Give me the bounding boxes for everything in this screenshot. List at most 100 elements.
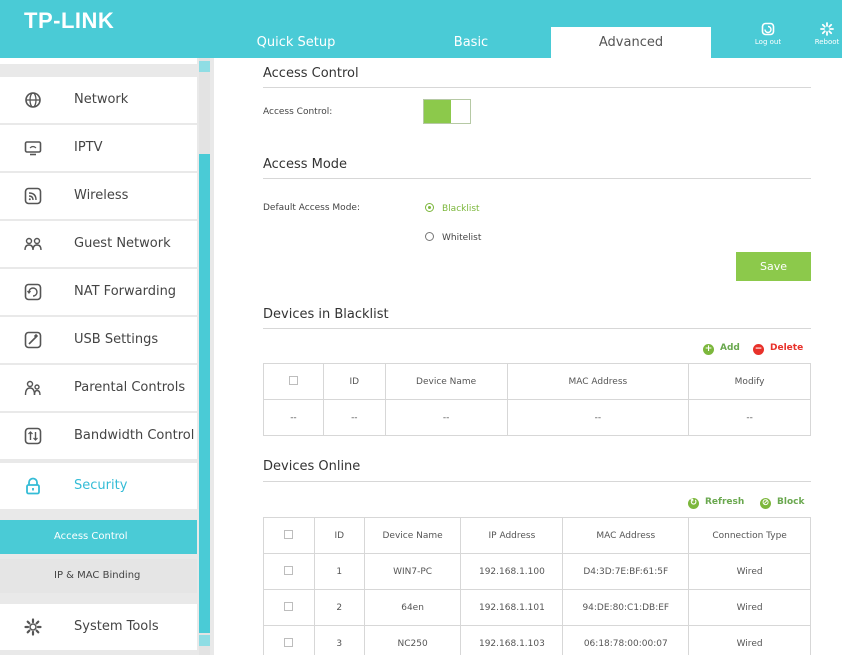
- column-header: MAC Address: [562, 517, 690, 554]
- nat-forwarding-icon: [24, 283, 42, 301]
- table-cell: 94:DE:80:C1:DB:EF: [562, 589, 690, 626]
- table-row: 2 64en 192.168.1.101 94:DE:80:C1:DB:EF W…: [263, 589, 811, 626]
- section-title-access-mode: Access Mode: [263, 157, 348, 172]
- gear-icon: [24, 618, 42, 636]
- delete-label: Delete: [770, 343, 804, 353]
- table-cell: --: [506, 399, 690, 436]
- sidebar-item-label: System Tools: [74, 619, 159, 634]
- add-label: Add: [720, 343, 740, 353]
- sidebar-item-system-tools[interactable]: System Tools: [0, 604, 197, 650]
- sidebar-item-nat-forwarding[interactable]: NAT Forwarding: [0, 269, 197, 315]
- sidebar-item-network[interactable]: Network: [0, 77, 197, 123]
- select-all-checkbox[interactable]: [288, 375, 298, 385]
- column-header: Device Name: [363, 517, 462, 554]
- globe-icon: [25, 92, 41, 108]
- section-title-access-control: Access Control: [263, 66, 359, 81]
- refresh-label: Refresh: [705, 497, 745, 507]
- table-cell: Wired: [688, 553, 811, 590]
- save-button[interactable]: Save: [736, 252, 811, 281]
- sidebar-item-wireless[interactable]: Wireless: [0, 173, 197, 219]
- radio-unselected-icon: [425, 232, 434, 241]
- add-button[interactable]: + Add: [703, 343, 740, 355]
- row-checkbox[interactable]: [284, 565, 294, 575]
- radio-blacklist[interactable]: Blacklist: [425, 203, 480, 214]
- reboot-label: Reboot: [814, 38, 840, 46]
- sidebar-subitem-ip-mac-binding[interactable]: IP & MAC Binding: [0, 559, 197, 593]
- table-cell: 192.168.1.103: [460, 625, 564, 655]
- refresh-icon: ↻: [688, 498, 699, 509]
- sidebar-item-label: USB Settings: [74, 332, 159, 347]
- scroll-up-button[interactable]: [199, 61, 210, 72]
- block-button[interactable]: ⊘ Block: [760, 497, 804, 509]
- sidebar-item-bandwidth-control[interactable]: Bandwidth Control: [0, 413, 197, 459]
- logout-button[interactable]: Log out: [748, 22, 788, 46]
- divider: [263, 481, 811, 482]
- row-checkbox[interactable]: [284, 601, 294, 611]
- refresh-button[interactable]: ↻ Refresh: [688, 497, 744, 509]
- column-header: ID: [322, 363, 386, 400]
- divider: [263, 178, 811, 179]
- sidebar-item-parental-controls[interactable]: Parental Controls: [0, 365, 197, 411]
- table-cell: 2: [313, 589, 365, 626]
- logout-icon: [761, 22, 775, 36]
- guest-network-icon: [24, 237, 42, 251]
- tab-basic[interactable]: Basic: [412, 27, 530, 58]
- divider: [263, 328, 811, 329]
- table-cell: 64en: [363, 589, 462, 626]
- row-checkbox[interactable]: [284, 637, 294, 647]
- sidebar-item-usb-settings[interactable]: USB Settings: [0, 317, 197, 363]
- tab-quick-setup[interactable]: Quick Setup: [236, 27, 356, 58]
- minus-icon: −: [753, 344, 764, 355]
- usb-icon: [24, 331, 42, 349]
- column-header: Modify: [688, 363, 811, 400]
- access-control-toggle[interactable]: [423, 99, 471, 124]
- table-cell: 192.168.1.100: [460, 553, 564, 590]
- table-cell: 3: [313, 625, 365, 655]
- table-cell: NC250: [363, 625, 462, 655]
- tab-advanced[interactable]: Advanced: [551, 27, 711, 58]
- column-header: MAC Address: [506, 363, 690, 400]
- column-header: Device Name: [384, 363, 508, 400]
- delete-button[interactable]: − Delete: [753, 343, 803, 355]
- table-cell: Wired: [688, 589, 811, 626]
- wireless-icon: [24, 187, 42, 205]
- sidebar-item-security[interactable]: Security: [0, 463, 197, 509]
- top-header: TP-LINK Quick Setup Basic Advanced Log o…: [0, 0, 842, 58]
- sidebar-item-label: Bandwidth Control: [74, 428, 195, 443]
- radio-label: Whitelist: [442, 233, 482, 243]
- sidebar-item-partial[interactable]: [0, 58, 197, 64]
- section-title-devices-in-blacklist: Devices in Blacklist: [263, 307, 389, 322]
- sidebar-subitem-access-control[interactable]: Access Control: [0, 520, 197, 554]
- row-checkbox-cell[interactable]: [263, 589, 315, 626]
- table-cell: 192.168.1.101: [460, 589, 564, 626]
- table-row: 1 WIN7-PC 192.168.1.100 D4:3D:7E:BF:61:5…: [263, 553, 811, 590]
- table-header-row: ID Device Name IP Address MAC Address Co…: [263, 517, 811, 554]
- radio-whitelist[interactable]: Whitelist: [425, 232, 481, 243]
- sidebar-item-iptv[interactable]: IPTV: [0, 125, 197, 171]
- tv-icon: [24, 141, 42, 156]
- sidebar-item-label: IPTV: [74, 140, 103, 155]
- block-label: Block: [777, 497, 805, 507]
- reboot-icon: [820, 22, 834, 36]
- column-header: IP Address: [460, 517, 564, 554]
- logout-label: Log out: [754, 38, 782, 46]
- divider: [263, 87, 811, 88]
- scroll-down-button[interactable]: [199, 635, 210, 646]
- select-all-checkbox[interactable]: [284, 529, 294, 539]
- radio-label: Blacklist: [442, 204, 480, 214]
- block-icon: ⊘: [760, 498, 771, 509]
- section-title-devices-online: Devices Online: [263, 459, 361, 474]
- plus-icon: +: [703, 344, 714, 355]
- sidebar-scrollbar-thumb[interactable]: [199, 154, 210, 633]
- row-checkbox-cell[interactable]: [263, 625, 315, 655]
- table-header-row: ID Device Name MAC Address Modify: [263, 363, 811, 400]
- sidebar-item-guest-network[interactable]: Guest Network: [0, 221, 197, 267]
- table-row: 3 NC250 192.168.1.103 06:18:78:00:00:07 …: [263, 625, 811, 655]
- reboot-button[interactable]: Reboot: [807, 22, 842, 46]
- row-checkbox-cell[interactable]: [263, 553, 315, 590]
- sidebar-item-label: Security: [74, 478, 128, 493]
- select-all-checkbox-cell[interactable]: [263, 517, 315, 554]
- select-all-checkbox-cell[interactable]: [263, 363, 324, 400]
- sidebar-item-label: Wireless: [74, 188, 129, 203]
- tp-link-logo: TP-LINK: [24, 8, 115, 33]
